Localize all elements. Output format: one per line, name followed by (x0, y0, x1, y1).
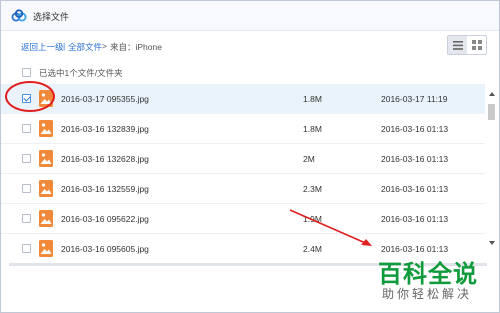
image-file-icon (39, 180, 53, 197)
file-checkbox[interactable] (22, 214, 31, 223)
file-date: 2016-03-16 01:13 (381, 214, 449, 224)
selection-summary: 已选中1个文件/文件夹 (39, 68, 123, 78)
vertical-scrollbar[interactable] (487, 84, 497, 259)
file-row[interactable]: 2016-03-16 095622.jpg 1.9M 2016-03-16 01… (1, 204, 485, 234)
select-all-row: 已选中1个文件/文件夹 (1, 63, 499, 83)
file-date: 2016-03-16 01:13 (381, 154, 449, 164)
file-date: 2016-03-16 01:13 (381, 184, 449, 194)
list-view-button[interactable] (448, 36, 467, 54)
list-view-icon (452, 40, 463, 50)
scrollbar-thumb[interactable] (488, 104, 495, 120)
file-date: 2016-03-16 01:13 (381, 124, 449, 134)
file-name: 2016-03-16 095622.jpg (61, 214, 149, 224)
file-date: 2016-03-17 11:19 (381, 94, 448, 104)
breadcrumb: 返回上一级 | 全部文件 > 来自：iPhone (1, 31, 499, 61)
file-checkbox[interactable] (22, 94, 31, 103)
breadcrumb-arrow: > (102, 41, 107, 51)
breadcrumb-separator: | (63, 41, 66, 51)
image-file-icon (39, 90, 53, 107)
all-files-link[interactable]: 全部文件 (68, 41, 102, 53)
back-link[interactable]: 返回上一级 (21, 41, 64, 53)
file-checkbox[interactable] (22, 124, 31, 133)
watermark-main: 百科全说 (378, 260, 478, 288)
file-size: 2.3M (303, 184, 322, 194)
file-row[interactable]: 2016-03-16 132628.jpg 2M 2016-03-16 01:1… (1, 144, 485, 174)
view-toggle (447, 35, 487, 55)
file-row[interactable]: 2016-03-17 095355.jpg 1.8M 2016-03-17 11… (1, 84, 485, 114)
file-list: 2016-03-17 095355.jpg 1.8M 2016-03-17 11… (1, 84, 485, 259)
file-size: 2.4M (303, 244, 322, 254)
select-all-checkbox[interactable] (22, 68, 31, 77)
watermark-sub: 助你轻松解决 (382, 287, 473, 301)
file-size: 2M (303, 154, 315, 164)
file-name: 2016-03-17 095355.jpg (61, 94, 149, 104)
file-checkbox[interactable] (22, 244, 31, 253)
title-bar: 选择文件 (1, 1, 499, 31)
file-name: 2016-03-16 095605.jpg (61, 244, 149, 254)
file-name: 2016-03-16 132839.jpg (61, 124, 149, 134)
scroll-up-arrow-icon[interactable] (489, 92, 495, 96)
file-name: 2016-03-16 132628.jpg (61, 154, 149, 164)
file-size: 1.9M (303, 214, 322, 224)
window-title: 选择文件 (33, 12, 70, 22)
image-file-icon (39, 240, 53, 257)
file-checkbox[interactable] (22, 154, 31, 163)
file-name: 2016-03-16 132559.jpg (61, 184, 149, 194)
file-size: 1.8M (303, 124, 322, 134)
grid-view-button[interactable] (467, 36, 486, 54)
image-file-icon (39, 150, 53, 167)
file-row[interactable]: 2016-03-16 132839.jpg 1.8M 2016-03-16 01… (1, 114, 485, 144)
baidu-netdisk-cloud-icon (11, 9, 27, 22)
grid-view-icon (471, 40, 482, 50)
image-file-icon (39, 210, 53, 227)
scroll-down-arrow-icon[interactable] (489, 241, 495, 245)
image-file-icon (39, 120, 53, 137)
file-size: 1.8M (303, 94, 322, 104)
watermark: 百科全说 助你轻松解决 (372, 252, 498, 310)
file-checkbox[interactable] (22, 184, 31, 193)
current-folder-label: 来自：iPhone (110, 42, 162, 52)
file-row[interactable]: 2016-03-16 132559.jpg 2.3M 2016-03-16 01… (1, 174, 485, 204)
